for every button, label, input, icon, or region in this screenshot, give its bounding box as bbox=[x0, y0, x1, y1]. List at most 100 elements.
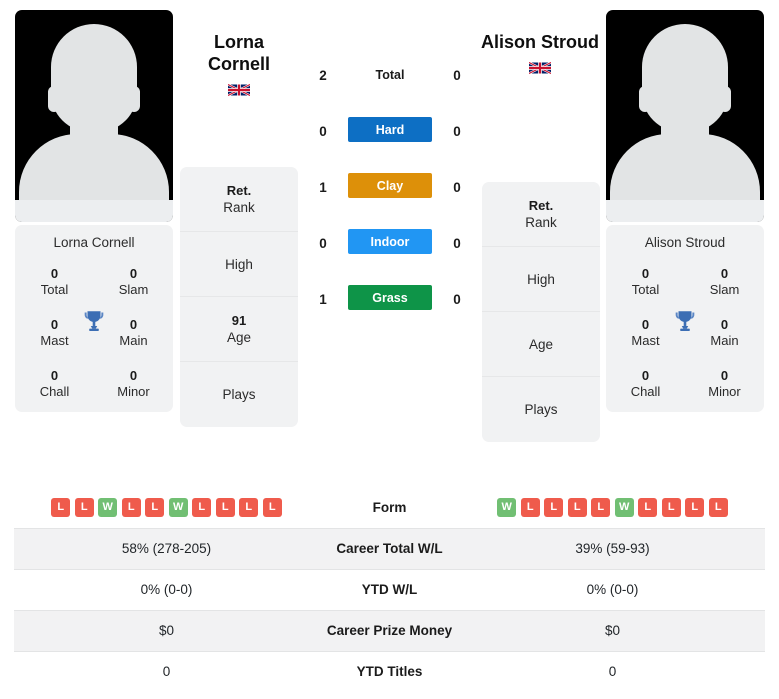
titles-main-right-label: Main bbox=[710, 333, 739, 348]
form-badge-loss[interactable]: L bbox=[638, 497, 658, 517]
avatar-ear-right-shape bbox=[128, 86, 140, 112]
titles-minor-right: 0 Minor bbox=[685, 368, 764, 400]
form-badge-loss[interactable]: L bbox=[121, 497, 141, 517]
titles-card-left-name: Lorna Cornell bbox=[53, 235, 135, 250]
player-info-column-left: Ret. Rank High 91 Age Plays bbox=[180, 167, 298, 427]
info-high-left-label: High bbox=[225, 256, 253, 272]
career-total-wl-right: 39% (59-93) bbox=[460, 527, 765, 569]
titles-mast-right-label: Mast bbox=[631, 333, 660, 348]
player-name-left-line2: Cornell bbox=[207, 54, 270, 74]
player-info-column-right: Ret. Rank High Age Plays bbox=[482, 182, 600, 442]
surface-row-total: 2 Total 0 bbox=[307, 60, 473, 116]
form-badge-loss[interactable]: L bbox=[661, 497, 681, 517]
career-total-wl-left: 58% (278-205) bbox=[14, 527, 319, 569]
titles-main-left-label: Main bbox=[119, 333, 148, 348]
form-badge-loss[interactable]: L bbox=[145, 497, 165, 517]
titles-total-left: 0 Total bbox=[15, 266, 94, 298]
titles-minor-right-label: Minor bbox=[708, 384, 741, 399]
form-badge-win[interactable]: W bbox=[168, 497, 188, 517]
titles-slam-left-label: Slam bbox=[118, 282, 149, 297]
form-badge-loss[interactable]: L bbox=[591, 497, 611, 517]
form-badge-win[interactable]: W bbox=[98, 497, 118, 517]
titles-chall-right-label: Chall bbox=[630, 384, 661, 399]
form-badge-loss[interactable]: L bbox=[567, 497, 587, 517]
info-row-plays-left: Plays bbox=[180, 362, 298, 427]
surface-indoor-right-value: 0 bbox=[453, 236, 461, 251]
surface-row-indoor: 0 Indoor 0 bbox=[307, 228, 473, 284]
titles-mast-left-label: Mast bbox=[40, 333, 69, 348]
info-plays-left-label: Plays bbox=[222, 387, 256, 402]
player-avatar-right bbox=[606, 10, 764, 222]
surface-indoor-badge: Indoor bbox=[348, 229, 432, 254]
form-badge-loss[interactable]: L bbox=[215, 497, 235, 517]
form-strip-left: LLWLLWLLLL bbox=[14, 497, 319, 517]
titles-minor-left-label: Minor bbox=[117, 384, 150, 399]
info-rank-left-value: Ret. bbox=[226, 183, 252, 198]
info-rank-right-value: Ret. bbox=[528, 198, 554, 213]
label-form: Form bbox=[372, 499, 407, 515]
player-comparison-header: Lorna Cornell Alison Stroud 2 Total 0 0 … bbox=[0, 0, 779, 478]
surface-clay-right-value: 0 bbox=[453, 180, 461, 195]
titles-grid-left: 0 Total 0 Slam 0 Mast 0 Main 0 Chall 0 M… bbox=[15, 266, 173, 400]
surface-hard-badge: Hard bbox=[348, 117, 432, 142]
titles-chall-right: 0 Chall bbox=[606, 368, 685, 400]
avatar-body-shape bbox=[610, 134, 760, 200]
career-prize-money-left: $0 bbox=[14, 609, 319, 651]
surface-row-clay: 1 Clay 0 bbox=[307, 172, 473, 228]
form-strip-right: WLLLLWLLLL bbox=[460, 497, 765, 517]
titles-total-right: 0 Total bbox=[606, 266, 685, 298]
form-badge-loss[interactable]: L bbox=[51, 497, 71, 517]
titles-minor-left-value: 0 bbox=[129, 368, 138, 383]
player-name-right-line1: Alison Stroud bbox=[481, 32, 599, 52]
table-row-ytd-titles: 0 YTD Titles 0 bbox=[14, 650, 765, 692]
avatar-floor-shape bbox=[606, 200, 764, 222]
avatar-ear-left-shape bbox=[48, 86, 60, 112]
info-row-rank-right: Ret. Rank bbox=[482, 182, 600, 247]
titles-chall-left-label: Chall bbox=[39, 384, 70, 399]
player-name-left-line1: Lorna bbox=[213, 32, 264, 52]
info-row-rank-left: Ret. Rank bbox=[180, 167, 298, 232]
player-titles-card-left: Lorna Cornell 0 Total 0 Slam 0 Mast 0 Ma… bbox=[15, 225, 173, 412]
form-badge-win[interactable]: W bbox=[497, 497, 517, 517]
table-row-form: LLWLLWLLLL Form WLLLLWLLLL bbox=[14, 487, 765, 528]
info-rank-right-label: Rank bbox=[525, 215, 557, 230]
head-to-head-stats-table: LLWLLWLLLL Form WLLLLWLLLL 58% (278-205)… bbox=[14, 487, 765, 692]
avatar-ear-right-shape bbox=[719, 86, 731, 112]
career-prize-money-right: $0 bbox=[460, 609, 765, 651]
titles-total-right-value: 0 bbox=[641, 266, 650, 281]
info-age-left-value: 91 bbox=[231, 313, 247, 328]
avatar-body-shape bbox=[19, 134, 169, 200]
info-age-left-label: Age bbox=[226, 330, 252, 345]
ytd-titles-left: 0 bbox=[14, 650, 319, 692]
info-row-high-right: High bbox=[482, 247, 600, 312]
trophy-icon bbox=[672, 308, 698, 334]
info-plays-right-label: Plays bbox=[524, 402, 558, 417]
form-badge-loss[interactable]: L bbox=[239, 497, 259, 517]
form-badge-win[interactable]: W bbox=[614, 497, 634, 517]
table-row-career-prize-money: $0 Career Prize Money $0 bbox=[14, 609, 765, 651]
info-age-right-label: Age bbox=[528, 336, 554, 352]
form-badge-loss[interactable]: L bbox=[708, 497, 728, 517]
info-row-plays-right: Plays bbox=[482, 377, 600, 442]
titles-chall-right-value: 0 bbox=[641, 368, 650, 383]
surface-row-grass: 1 Grass 0 bbox=[307, 284, 473, 340]
label-career-prize-money: Career Prize Money bbox=[319, 609, 460, 651]
titles-slam-left: 0 Slam bbox=[94, 266, 173, 298]
ytd-wl-left: 0% (0-0) bbox=[14, 568, 319, 610]
titles-slam-right: 0 Slam bbox=[685, 266, 764, 298]
form-badge-loss[interactable]: L bbox=[74, 497, 94, 517]
titles-minor-right-value: 0 bbox=[720, 368, 729, 383]
surface-clay-badge: Clay bbox=[348, 173, 432, 198]
form-badge-loss[interactable]: L bbox=[544, 497, 564, 517]
avatar-floor-shape bbox=[15, 200, 173, 222]
form-right-cell: WLLLLWLLLL bbox=[460, 487, 765, 528]
titles-grid-right: 0 Total 0 Slam 0 Mast 0 Main 0 Chall 0 M… bbox=[606, 266, 764, 400]
player-avatar-left bbox=[15, 10, 173, 222]
form-badge-loss[interactable]: L bbox=[262, 497, 282, 517]
titles-slam-right-label: Slam bbox=[709, 282, 740, 297]
form-badge-loss[interactable]: L bbox=[520, 497, 540, 517]
form-badge-loss[interactable]: L bbox=[192, 497, 212, 517]
titles-slam-left-value: 0 bbox=[129, 266, 138, 281]
form-badge-loss[interactable]: L bbox=[685, 497, 705, 517]
surface-grass-right-value: 0 bbox=[453, 292, 461, 307]
